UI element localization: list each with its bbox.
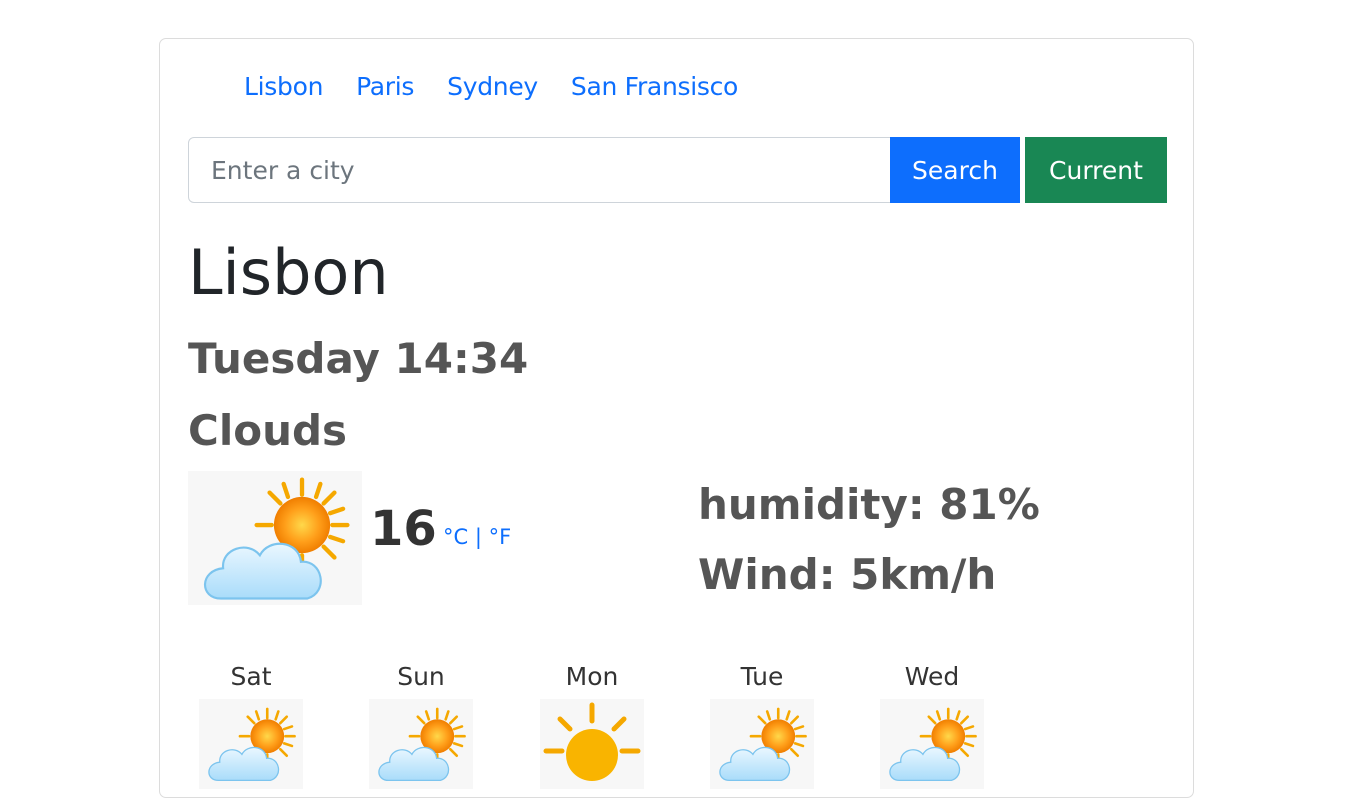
city-search-input[interactable] [188,137,891,203]
unit-toggle: °C | °F [443,523,511,551]
forecast-day-label: Tue [740,662,784,691]
city-link-san-francisco[interactable]: San Fransisco [571,72,738,101]
humidity-text: humidity: 81% [698,480,1040,529]
weather-description: Clouds [188,406,348,455]
city-links: Lisbon Paris Sydney San Fransisco [244,72,771,101]
search-form: Search Current [188,137,1168,203]
temperature-value: 16 [370,501,437,557]
forecast-day-label: Sun [397,662,445,691]
forecast-day: Mon [537,661,647,789]
celsius-link[interactable]: °C [443,525,468,549]
forecast-day-label: Wed [904,662,960,691]
forecast-day-label: Mon [565,662,619,691]
partly-cloudy-icon [880,699,984,789]
city-link-lisbon[interactable]: Lisbon [244,72,323,101]
partly-cloudy-icon [710,699,814,789]
wind-text: Wind: 5km/h [698,550,997,599]
forecast-day-label: Sat [230,662,272,691]
fahrenheit-link[interactable]: °F [489,525,512,549]
city-link-paris[interactable]: Paris [356,72,414,101]
forecast-day: Wed [877,661,987,789]
partly-cloudy-icon [369,699,473,789]
partly-cloudy-icon [188,471,362,605]
city-link-sydney[interactable]: Sydney [447,72,538,101]
weather-card: Lisbon Paris Sydney San Fransisco Search… [159,38,1194,798]
partly-cloudy-icon [199,699,303,789]
date-time: Tuesday 14:34 [188,334,529,383]
current-location-button[interactable]: Current [1025,137,1167,203]
forecast-day: Tue [707,661,817,789]
sun-icon [540,699,644,789]
search-button[interactable]: Search [890,137,1020,203]
forecast-day: Sat [196,661,306,789]
city-name: Lisbon [188,236,389,309]
forecast-day: Sun [366,661,476,789]
unit-separator: | [474,525,482,549]
